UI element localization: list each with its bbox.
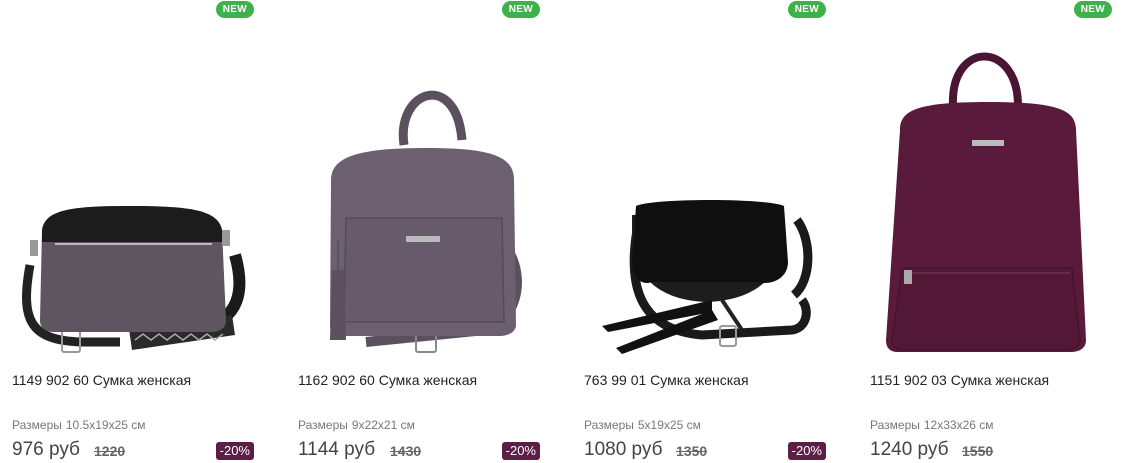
discount-badge: -20% bbox=[787, 442, 826, 460]
product-card[interactable]: NEW 1149 902 60 Сумка женская Размеры 10.… bbox=[0, 0, 270, 463]
product-title[interactable]: 763 99 01 Сумка женская bbox=[584, 372, 749, 388]
sizes-value: 5x19x25 см bbox=[637, 418, 701, 432]
product-card[interactable]: NEW 763 99 01 Сумка женская Размеры 5x19x… bbox=[572, 0, 842, 463]
product-image[interactable] bbox=[0, 30, 270, 360]
product-sizes: Размеры 12x33x26 см bbox=[870, 418, 994, 432]
product-sizes: Размеры 9x22x21 см bbox=[298, 418, 415, 432]
discount-badge: -20% bbox=[501, 442, 540, 460]
sizes-value: 9x22x21 см bbox=[351, 418, 415, 432]
new-badge: NEW bbox=[215, 1, 254, 18]
price-row: 1080 руб 1350 -20% bbox=[584, 439, 826, 463]
product-sizes: Размеры 5x19x25 см bbox=[584, 418, 701, 432]
product-title[interactable]: 1151 902 03 Сумка женская bbox=[870, 372, 1049, 388]
price-row: 1240 руб 1550 bbox=[870, 439, 1112, 463]
sizes-value: 12x33x26 см bbox=[923, 418, 994, 432]
current-price: 976 руб bbox=[12, 439, 80, 460]
sizes-value: 10.5x19x25 см bbox=[65, 418, 146, 432]
product-card[interactable]: NEW 1151 902 03 Сумка женская Размеры 12x… bbox=[858, 0, 1128, 463]
new-badge: NEW bbox=[501, 1, 540, 18]
discount-badge: -20% bbox=[215, 442, 254, 460]
product-sizes: Размеры 10.5x19x25 см bbox=[12, 418, 146, 432]
old-price: 1220 bbox=[94, 443, 126, 459]
product-grid: NEW 1149 902 60 Сумка женская Размеры 10.… bbox=[0, 0, 1129, 463]
old-price: 1350 bbox=[676, 443, 708, 459]
product-image[interactable] bbox=[858, 30, 1128, 360]
price-row: 1144 руб 1430 -20% bbox=[298, 439, 540, 463]
product-card[interactable]: NEW 1162 902 60 Сумка женская Размеры 9x2… bbox=[286, 0, 556, 463]
sizes-label: Размеры bbox=[298, 418, 348, 432]
old-price: 1550 bbox=[962, 443, 994, 459]
price-row: 976 руб 1220 -20% bbox=[12, 439, 254, 463]
sizes-label: Размеры bbox=[584, 418, 634, 432]
new-badge: NEW bbox=[1073, 1, 1112, 18]
old-price: 1430 bbox=[390, 443, 422, 459]
product-title[interactable]: 1149 902 60 Сумка женская bbox=[12, 372, 191, 388]
product-image[interactable] bbox=[286, 30, 556, 360]
new-badge: NEW bbox=[787, 1, 826, 18]
sizes-label: Размеры bbox=[12, 418, 62, 432]
product-image[interactable] bbox=[572, 30, 842, 360]
current-price: 1080 руб bbox=[584, 439, 663, 460]
current-price: 1144 руб bbox=[298, 439, 376, 460]
current-price: 1240 руб bbox=[870, 439, 949, 460]
product-title[interactable]: 1162 902 60 Сумка женская bbox=[298, 372, 477, 388]
sizes-label: Размеры bbox=[870, 418, 920, 432]
